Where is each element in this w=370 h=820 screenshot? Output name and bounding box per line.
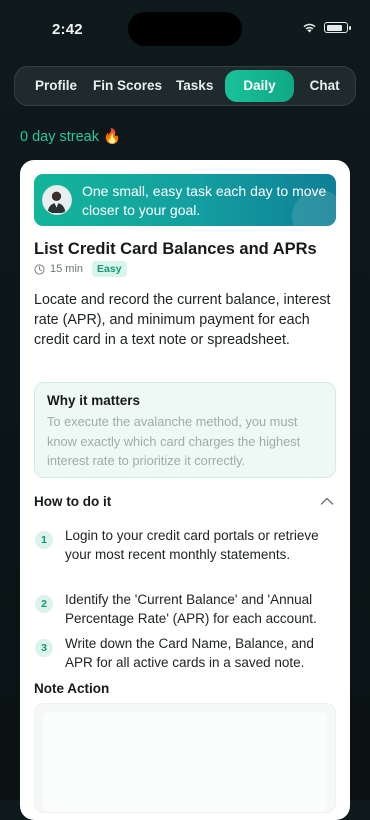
task-description: Locate and record the current balance, i… [34,292,331,349]
tab-daily[interactable]: Daily [225,70,294,102]
task-title: List Credit Card Balances and APRs [34,240,317,258]
tab-profile[interactable]: Profile [25,70,87,102]
step-number: 1 [35,531,53,549]
tab-fin-scores[interactable]: Fin Scores [87,70,168,102]
why-text: To execute the avalanche method, you mus… [47,414,301,468]
step-number: 2 [35,595,53,613]
how-title: How to do it [34,494,112,509]
wifi-icon [303,23,316,33]
note-action-title: Note Action [34,681,110,696]
task-meta: 15 min Easy [34,261,127,277]
how-to-section-toggle[interactable]: How to do it [34,492,336,514]
streak-indicator: 0 day streak 🔥 [20,128,121,145]
why-title: Why it matters [47,393,141,408]
why-it-matters-box: Why it matters To execute the avalanche … [34,382,336,478]
person-avatar-icon [43,186,70,213]
streak-text: 0 day streak [20,129,99,145]
dynamic-island [128,12,242,46]
status-time: 2:42 [52,21,83,38]
top-tab-bar: Profile Fin Scores Tasks Daily Chat [14,66,356,106]
battery-icon [324,22,351,33]
step-number: 3 [35,639,53,657]
chevron-up-icon[interactable] [320,496,334,506]
tab-tasks[interactable]: Tasks [168,70,221,102]
note-text-area[interactable] [43,712,327,812]
avatar [42,185,72,215]
status-bar: 2:42 [0,0,370,60]
difficulty-badge: Easy [92,261,127,277]
step-text: Login to your credit card portals or ret… [65,528,319,562]
status-icons [302,22,351,33]
tab-chat[interactable]: Chat [300,70,350,102]
banner-message: One small, easy task each day to move cl… [82,183,327,218]
motivation-banner: One small, easy task each day to move cl… [34,174,336,226]
step-text: Identify the 'Current Balance' and 'Annu… [65,592,317,626]
task-duration: 15 min [50,263,84,275]
daily-task-card: One small, easy task each day to move cl… [20,160,350,820]
fire-icon: 🔥 [103,129,122,145]
step-text: Write down the Card Name, Balance, and A… [65,636,314,670]
note-input[interactable] [34,703,336,813]
clock-icon [34,263,45,275]
